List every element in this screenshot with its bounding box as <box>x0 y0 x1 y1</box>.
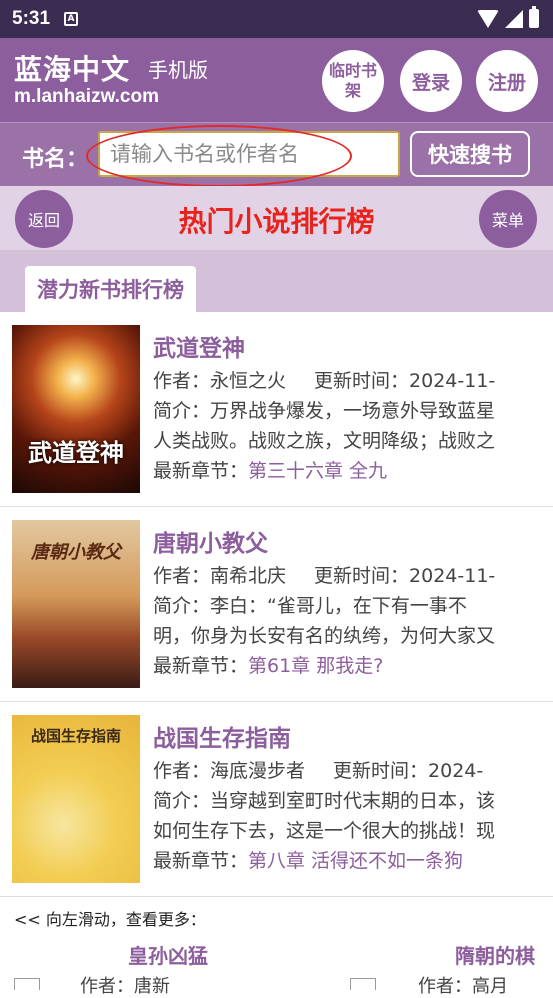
book-update: 2024-11- <box>409 370 496 392</box>
update-label: 更新时间： <box>314 370 410 392</box>
book-update: 2024-11- <box>409 565 496 587</box>
search-button[interactable]: 快速搜书 <box>410 131 530 177</box>
book-cover-thumb[interactable] <box>350 978 376 990</box>
chapter-label: 最新章节： <box>153 655 249 677</box>
book-author: 海底漫步者 <box>210 760 306 782</box>
intro-line-2: 人类战败。战败之族，文明降级；战败之 <box>153 430 496 452</box>
book-meta: 作者：永恒之火 更新时间：2024-11- <box>153 366 543 396</box>
intro-line-1: 李白：“雀哥儿，在下有一事不 <box>210 595 467 617</box>
chapter-label: 最新章节： <box>153 460 249 482</box>
status-time: 5:31 <box>12 8 51 29</box>
book-author: 永恒之火 <box>210 370 287 392</box>
site-name[interactable]: 蓝海中文 <box>14 48 130 88</box>
battery-icon <box>529 6 539 28</box>
slider-book-title[interactable]: 皇孙凶猛 <box>128 940 208 969</box>
status-icons <box>477 6 539 28</box>
intro-label: 简介： <box>153 400 211 422</box>
slider-book-author: 作者：唐新 <box>80 976 170 997</box>
intro-label: 简介： <box>153 790 211 812</box>
cover-title: 武道登神 <box>28 438 124 467</box>
wifi-icon <box>477 9 499 28</box>
book-cover[interactable]: 战国生存指南 <box>12 715 140 883</box>
tab-potential-new-books[interactable]: 潜力新书排行榜 <box>25 266 196 312</box>
book-title[interactable]: 武道登神 <box>153 326 543 366</box>
author-label: 作者： <box>153 565 211 587</box>
book-latest: 最新章节：第61章 那我走? <box>153 651 543 681</box>
menu-button[interactable]: 菜单 <box>479 190 537 248</box>
tabs-area: 潜力新书排行榜 <box>0 250 553 312</box>
intro-label: 简介： <box>153 595 211 617</box>
author-label: 作者： <box>153 760 211 782</box>
book-item[interactable]: 武道登神 武道登神 作者：永恒之火 更新时间：2024-11- 简介：万界战争爆发… <box>0 312 553 507</box>
book-info: 唐朝小教父 作者：南希北庆 更新时间：2024-11- 简介：李白：“雀哥儿，在下… <box>153 521 543 681</box>
book-latest: 最新章节：第八章 活得还不如一条狗 <box>153 846 543 876</box>
bookshelf-button[interactable]: 临时书架 <box>322 50 384 112</box>
book-meta: 作者：海底漫步者 更新时间：2024- <box>153 756 543 786</box>
latest-chapter-link[interactable]: 第三十六章 全九 <box>248 460 387 482</box>
book-update: 2024- <box>428 760 484 782</box>
cover-title: 唐朝小教父 <box>31 542 121 563</box>
book-meta: 作者：南希北庆 更新时间：2024-11- <box>153 561 543 591</box>
slider-book-author: 作者：高月 <box>418 976 508 997</box>
search-input[interactable] <box>98 131 400 177</box>
login-button[interactable]: 登录 <box>400 50 462 112</box>
register-button[interactable]: 注册 <box>476 50 538 112</box>
book-cover[interactable]: 武道登神 <box>12 325 140 493</box>
book-title[interactable]: 唐朝小教父 <box>153 521 543 561</box>
book-item[interactable]: 战国生存指南 战国生存指南 作者：海底漫步者 更新时间：2024- 简介：当穿越到… <box>0 702 553 897</box>
book-intro: 简介：当穿越到室町时代末期的日本，该 <box>153 786 543 816</box>
book-latest: 最新章节：第三十六章 全九 <box>153 456 543 486</box>
book-cover-thumb[interactable] <box>14 978 40 990</box>
book-intro: 简介：万界战争爆发，一场意外导致蓝星 <box>153 396 543 426</box>
slider-book-title[interactable]: 隋朝的棋 <box>455 940 535 969</box>
update-label: 更新时间： <box>314 565 410 587</box>
author-label: 作者： <box>153 370 211 392</box>
signal-icon <box>505 9 523 28</box>
search-label: 书名： <box>22 147 89 172</box>
intro-line-2: 明，你身为长安有名的纨绔，为何大家又 <box>153 625 496 647</box>
intro-line-1: 当穿越到室町时代末期的日本，该 <box>210 790 496 812</box>
site-header: 蓝海中文 手机版 m.lanhaizw.com 临时书架 登录 注册 <box>0 38 553 122</box>
book-title[interactable]: 战国生存指南 <box>153 716 543 756</box>
status-bar: 5:31 A <box>0 0 553 38</box>
site-subtitle: 手机版 <box>148 58 208 82</box>
book-item[interactable]: 唐朝小教父 唐朝小教父 作者：南希北庆 更新时间：2024-11- 简介：李白：“… <box>0 507 553 702</box>
cover-title: 战国生存指南 <box>30 727 121 745</box>
search-bar: 书名： 快速搜书 <box>0 122 553 187</box>
intro-line-2: 如何生存下去，这是一个很大的挑战！现 <box>153 820 496 842</box>
book-info: 战国生存指南 作者：海底漫步者 更新时间：2024- 简介：当穿越到室町时代末期的… <box>153 716 543 876</box>
title-bar: 返回 热门小说排行榜 菜单 <box>0 186 553 250</box>
book-info: 武道登神 作者：永恒之火 更新时间：2024-11- 简介：万界战争爆发，一场意外… <box>153 326 543 486</box>
notification-a-icon: A <box>64 12 79 26</box>
site-url: m.lanhaizw.com <box>14 86 159 107</box>
latest-chapter-link[interactable]: 第61章 那我走? <box>248 655 383 677</box>
book-cover[interactable]: 唐朝小教父 <box>12 520 140 688</box>
swipe-hint: << 向左滑动，查看更多： <box>14 910 206 929</box>
intro-line-1: 万界战争爆发，一场意外导致蓝星 <box>210 400 496 422</box>
book-author: 南希北庆 <box>210 565 287 587</box>
update-label: 更新时间： <box>333 760 429 782</box>
page-title: 热门小说排行榜 <box>178 205 375 238</box>
chapter-label: 最新章节： <box>153 850 249 872</box>
latest-chapter-link[interactable]: 第八章 活得还不如一条狗 <box>248 850 463 872</box>
book-intro: 简介：李白：“雀哥儿，在下有一事不 <box>153 591 543 621</box>
